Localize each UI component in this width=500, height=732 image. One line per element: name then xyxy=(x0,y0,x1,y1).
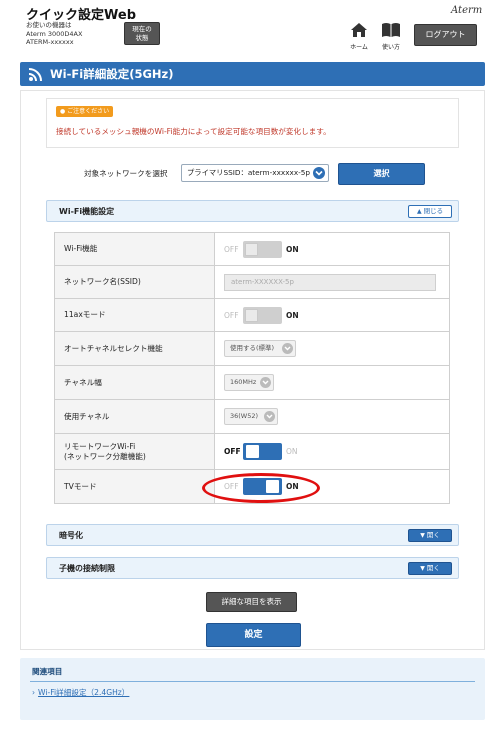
network-select[interactable]: プライマリSSID：aterm-xxxxxx-5p xyxy=(181,164,329,182)
expand-button[interactable]: ▼ 開く xyxy=(408,529,452,542)
row-value: 36(W52) xyxy=(216,400,449,433)
expand-label: 開く xyxy=(426,564,440,572)
apply-settings-button[interactable]: 設定 xyxy=(206,623,301,647)
collapse-button[interactable]: ▲ 閉じる xyxy=(408,205,452,218)
row-value: aterm-XXXXXX-5p xyxy=(216,266,449,298)
chevron-down-icon xyxy=(282,343,293,354)
row-label-line2: (ネットワーク分離機能) xyxy=(64,451,146,461)
row-label: TVモード xyxy=(55,470,215,503)
device-info-label: お使いの機器は xyxy=(26,21,72,29)
table-row: 使用チャネル 36(W52) xyxy=(55,400,449,434)
row-value: OFF ON xyxy=(216,299,449,331)
related-link-label: Wi-Fi詳細設定（2.4GHz） xyxy=(38,688,130,697)
divider xyxy=(30,681,475,682)
row-label: 11axモード xyxy=(55,299,215,331)
switch-off-label: OFF xyxy=(224,311,239,320)
auto-channel-select[interactable]: 使用する(標準) xyxy=(224,340,296,357)
expand-button[interactable]: ▼ 開く xyxy=(408,562,452,575)
device-model: Aterm 3000D4AX xyxy=(26,29,83,38)
warning-icon: ● xyxy=(60,108,66,115)
notice-badge-label: ご注意ください xyxy=(67,108,110,115)
table-row: 11axモード OFF ON xyxy=(55,299,449,332)
row-label: ネットワーク名(SSID) xyxy=(55,266,215,298)
header: クイック設定Web お使いの機器は Aterm 3000D4AX ATERM-x… xyxy=(0,0,500,54)
brand-logo: Aterm xyxy=(451,5,483,16)
home-label: ホーム xyxy=(350,44,368,51)
switch-on-label: ON xyxy=(286,447,298,456)
channel-width-select[interactable]: 160MHz xyxy=(224,374,274,391)
row-label-line1: リモートワークWi-Fi xyxy=(64,441,136,451)
status-button-line1: 現在の xyxy=(132,25,152,33)
switch-off-label: OFF xyxy=(224,447,241,456)
select-network-button[interactable]: 選択 xyxy=(338,163,425,185)
home-button[interactable]: ホーム xyxy=(347,22,371,51)
encryption-section-header[interactable]: 暗号化 ▼ 開く xyxy=(46,524,459,546)
related-link-wifi-24ghz[interactable]: › Wi-Fi詳細設定（2.4GHz） xyxy=(32,687,129,698)
wifi-function-switch[interactable] xyxy=(243,241,282,258)
device-info: お使いの機器は Aterm 3000D4AX ATERM-xxxxxx xyxy=(26,21,82,47)
auto-channel-value: 使用する(標準) xyxy=(230,344,275,352)
row-label: チャネル幅 xyxy=(55,366,215,399)
chevron-down-icon xyxy=(313,167,325,179)
highlight-ellipse xyxy=(202,473,320,503)
collapse-label: 閉じる xyxy=(423,207,444,215)
chevron-down-icon xyxy=(260,377,271,388)
switch-on-label: ON xyxy=(286,245,299,254)
arrow-right-icon: › xyxy=(32,688,36,697)
table-row: チャネル幅 160MHz xyxy=(55,366,449,400)
chevron-down-icon xyxy=(264,411,275,422)
table-row: Wi-Fi機能 OFF ON xyxy=(55,233,449,266)
switch-knob xyxy=(245,243,258,256)
notice-text: 接続しているメッシュ親機のWi-Fi能力によって設定可能な項目数が変化します。 xyxy=(56,127,331,136)
channel-width-value: 160MHz xyxy=(230,378,257,386)
row-label: Wi-Fi機能 xyxy=(55,233,215,265)
current-status-button[interactable]: 現在の 状態 xyxy=(124,22,160,45)
channel-select[interactable]: 36(W52) xyxy=(224,408,278,425)
usage-label: 使い方 xyxy=(381,44,400,51)
switch-knob xyxy=(245,309,258,322)
wifi-function-section-header: Wi-Fi機能設定 ▲ 閉じる xyxy=(46,200,459,222)
network-select-label: 対象ネットワークを選択 xyxy=(84,169,168,178)
logout-button[interactable]: ログアウト xyxy=(414,24,477,46)
wifi-icon xyxy=(28,68,42,82)
section-title: Wi-Fi機能設定 xyxy=(59,207,115,216)
row-value: OFF ON xyxy=(216,434,449,469)
ssid-field[interactable]: aterm-XXXXXX-5p xyxy=(224,274,436,291)
row-label: リモートワークWi-Fi (ネットワーク分離機能) xyxy=(55,434,215,469)
chevron-down-icon: ▼ xyxy=(420,565,425,572)
network-select-value: プライマリSSID：aterm-xxxxxx-5p xyxy=(187,168,311,177)
home-icon xyxy=(351,23,367,37)
switch-on-label: ON xyxy=(286,311,299,320)
switch-knob xyxy=(246,445,259,458)
channel-value: 36(W52) xyxy=(230,412,259,420)
switch-off-label: OFF xyxy=(224,245,239,254)
related-title: 関連項目 xyxy=(32,667,63,676)
chevron-down-icon: ▼ xyxy=(420,532,425,539)
page-titlebar: Wi-Fi詳細設定(5GHz) xyxy=(20,62,485,86)
table-row: オートチャネルセレクト機能 使用する(標準) xyxy=(55,332,449,366)
row-label: 使用チャネル xyxy=(55,400,215,433)
remote-work-wifi-switch[interactable] xyxy=(243,443,282,460)
section-title: 子機の接続制限 xyxy=(59,564,115,573)
device-ssid: ATERM-xxxxxx xyxy=(26,38,74,46)
notice-badge: ● ご注意ください xyxy=(56,106,114,117)
related-items-panel: 関連項目 › Wi-Fi詳細設定（2.4GHz） xyxy=(20,658,485,720)
status-button-line2: 状態 xyxy=(135,34,149,42)
show-details-button[interactable]: 詳細な項目を表示 xyxy=(206,592,297,612)
section-title: 暗号化 xyxy=(59,531,83,540)
11ax-mode-switch[interactable] xyxy=(243,307,282,324)
row-label: オートチャネルセレクト機能 xyxy=(55,332,215,365)
table-row: ネットワーク名(SSID) aterm-XXXXXX-5p xyxy=(55,266,449,299)
page-title: Wi-Fi詳細設定(5GHz) xyxy=(50,67,174,81)
usage-button[interactable]: 使い方 xyxy=(379,22,403,51)
child-connection-limit-section-header[interactable]: 子機の接続制限 ▼ 開く xyxy=(46,557,459,579)
table-row: リモートワークWi-Fi (ネットワーク分離機能) OFF ON xyxy=(55,434,449,470)
chevron-up-icon: ▲ xyxy=(416,208,422,215)
row-value: OFF ON xyxy=(216,233,449,265)
book-icon xyxy=(382,23,400,37)
wifi-settings-table: Wi-Fi機能 OFF ON ネットワーク名(SSID) aterm-XXXXX… xyxy=(54,232,450,504)
row-value: 使用する(標準) xyxy=(216,332,449,365)
expand-label: 開く xyxy=(426,531,440,539)
row-value: 160MHz xyxy=(216,366,449,399)
